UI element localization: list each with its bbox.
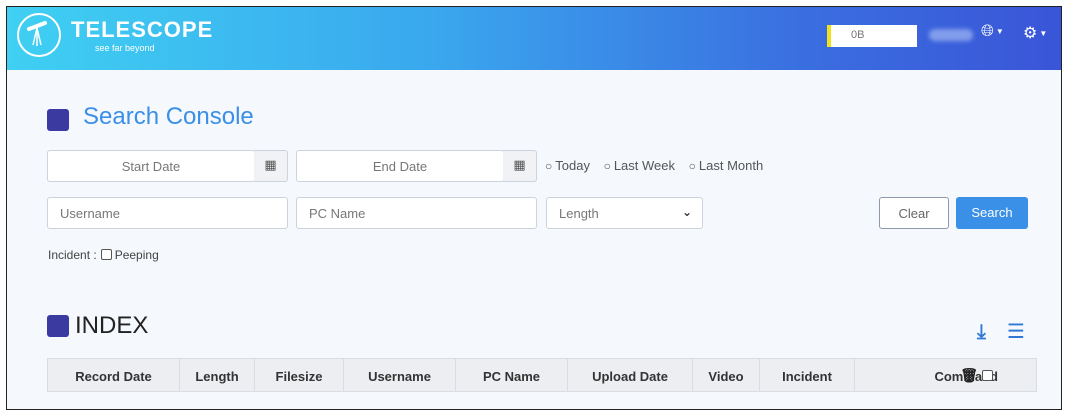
- search-button[interactable]: Search: [956, 197, 1028, 229]
- start-date-calendar-button[interactable]: ▦: [254, 150, 288, 182]
- page-title: Search Console: [83, 103, 254, 130]
- indent-list-icon[interactable]: ☰: [1007, 319, 1025, 344]
- clear-button[interactable]: Clear: [879, 197, 949, 229]
- index-title: INDEX: [75, 312, 149, 339]
- column-header-filesize[interactable]: Filesize: [255, 359, 344, 391]
- date-range-radio-group: ○ Today ○ Last Week ○ Last Month: [545, 158, 773, 173]
- chevron-down-icon: ▼: [1039, 29, 1048, 39]
- radio-circle-icon: ○: [688, 159, 696, 173]
- top-bar: TELESCOPE see far beyond 0B 🌐︎ ▼ ⚙︎ ▼: [7, 7, 1061, 70]
- end-date-input[interactable]: End Date: [296, 150, 504, 182]
- storage-quota-indicator: 0B: [827, 25, 917, 47]
- app-window: TELESCOPE see far beyond 0B 🌐︎ ▼ ⚙︎ ▼ Sear…: [6, 6, 1062, 410]
- column-header-command: Command 🗑︎: [855, 359, 1036, 391]
- radio-last-month[interactable]: ○ Last Month: [689, 158, 764, 173]
- radio-today[interactable]: ○ Today: [545, 158, 590, 173]
- username-blurred[interactable]: [929, 29, 973, 41]
- incident-filter: Incident : Peeping: [48, 248, 159, 262]
- globe-icon: 🌐︎: [981, 23, 994, 40]
- index-table-header: Record Date Length Filesize Username PC …: [47, 358, 1037, 392]
- column-header-username[interactable]: Username: [344, 359, 456, 391]
- peeping-checkbox[interactable]: [100, 249, 112, 260]
- trash-icon[interactable]: 🗑︎: [960, 367, 978, 383]
- radio-circle-icon: ○: [603, 159, 611, 173]
- command-header-actions: 🗑︎: [960, 367, 996, 384]
- chevron-down-icon: ⌄: [681, 205, 692, 219]
- end-date-calendar-button[interactable]: ▦: [503, 150, 537, 182]
- peeping-label: Peeping: [114, 248, 159, 262]
- radio-circle-icon: ○: [545, 159, 553, 173]
- username-input[interactable]: Username: [47, 197, 288, 229]
- length-select-value: Length: [559, 206, 599, 221]
- column-header-upload-date[interactable]: Upload Date: [568, 359, 693, 391]
- start-date-input[interactable]: Start Date: [47, 150, 255, 182]
- brand-subtitle: see far beyond: [95, 43, 155, 53]
- select-all-checkbox[interactable]: [982, 370, 993, 381]
- column-header-pc-name[interactable]: PC Name: [456, 359, 568, 391]
- column-header-incident[interactable]: Incident: [760, 359, 855, 391]
- incident-label: Incident :: [48, 248, 97, 262]
- column-header-record-date[interactable]: Record Date: [48, 359, 180, 391]
- telescope-logo-icon[interactable]: [17, 13, 61, 57]
- section-marker-icon: [47, 315, 69, 337]
- gear-icon: ⚙︎: [1023, 25, 1038, 42]
- section-marker-icon: [47, 109, 69, 131]
- length-select[interactable]: Length ⌄: [546, 197, 703, 229]
- brand-title: TELESCOPE: [71, 17, 214, 42]
- download-icon[interactable]: ⤓: [977, 321, 986, 344]
- language-menu[interactable]: 🌐︎ ▼: [981, 23, 1004, 41]
- settings-menu[interactable]: ⚙︎ ▼: [1023, 23, 1047, 43]
- column-header-length[interactable]: Length: [180, 359, 255, 391]
- chevron-down-icon: ▼: [995, 27, 1004, 37]
- calendar-icon: ▦: [513, 157, 526, 172]
- radio-last-week[interactable]: ○ Last Week: [604, 158, 675, 173]
- pc-name-input[interactable]: PC Name: [296, 197, 537, 229]
- column-header-video[interactable]: Video: [693, 359, 760, 391]
- calendar-icon: ▦: [264, 157, 277, 172]
